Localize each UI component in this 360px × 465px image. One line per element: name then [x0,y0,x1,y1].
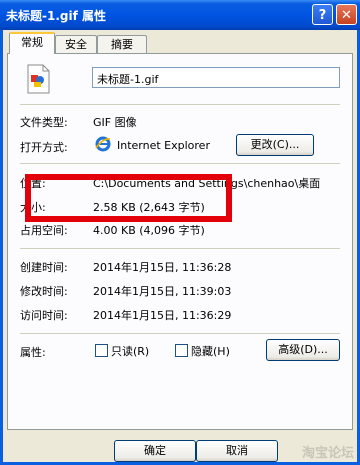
file-name-field[interactable]: 未标题-1.gif [92,67,340,88]
accessed-label: 访问时间: [20,309,68,322]
title-bar: 未标题-1.gif 属性 ? ✕ [0,0,360,30]
divider [20,163,340,164]
hidden-label[interactable]: 隐藏(H) [191,343,230,359]
open-with-label: 打开方式: [20,141,68,154]
disk-size-label: 占用空间: [20,224,68,237]
tab-summary[interactable]: 摘要 [97,35,147,53]
attributes-label: 属性: [20,346,46,359]
window-frame-left [0,30,3,465]
advanced-button[interactable]: 高级(D)... [266,339,340,361]
close-button[interactable]: ✕ [336,4,357,25]
window-title: 未标题-1.gif 属性 [6,9,106,23]
gif-file-icon [24,64,52,94]
divider [20,104,340,105]
help-button[interactable]: ? [312,4,333,25]
type-label: 文件类型: [20,116,68,129]
divider [20,333,340,334]
readonly-checkbox[interactable] [95,344,108,357]
general-panel [7,53,353,430]
tab-general[interactable]: 常规 [9,32,55,54]
hidden-checkbox[interactable] [175,344,188,357]
internet-explorer-icon [95,136,111,152]
accessed-value: 2014年1月15日, 11:36:29 [93,309,232,322]
watermark: 淘宝论坛 [301,446,354,461]
ok-button[interactable]: 确定 [114,440,196,462]
open-with-value: Internet Explorer [117,139,210,152]
red-highlight-box [25,174,232,222]
type-value: GIF 图像 [93,116,137,129]
created-label: 创建时间: [20,261,68,274]
divider [20,248,340,249]
readonly-label[interactable]: 只读(R) [111,343,149,359]
created-value: 2014年1月15日, 11:36:28 [93,261,232,274]
change-button[interactable]: 更改(C)... [236,134,314,156]
cancel-button[interactable]: 取消 [196,440,278,462]
tab-security[interactable]: 安全 [55,35,97,53]
disk-size-value: 4.00 KB (4,096 字节) [93,224,205,237]
modified-label: 修改时间: [20,285,68,298]
modified-value: 2014年1月15日, 11:39:03 [93,285,232,298]
